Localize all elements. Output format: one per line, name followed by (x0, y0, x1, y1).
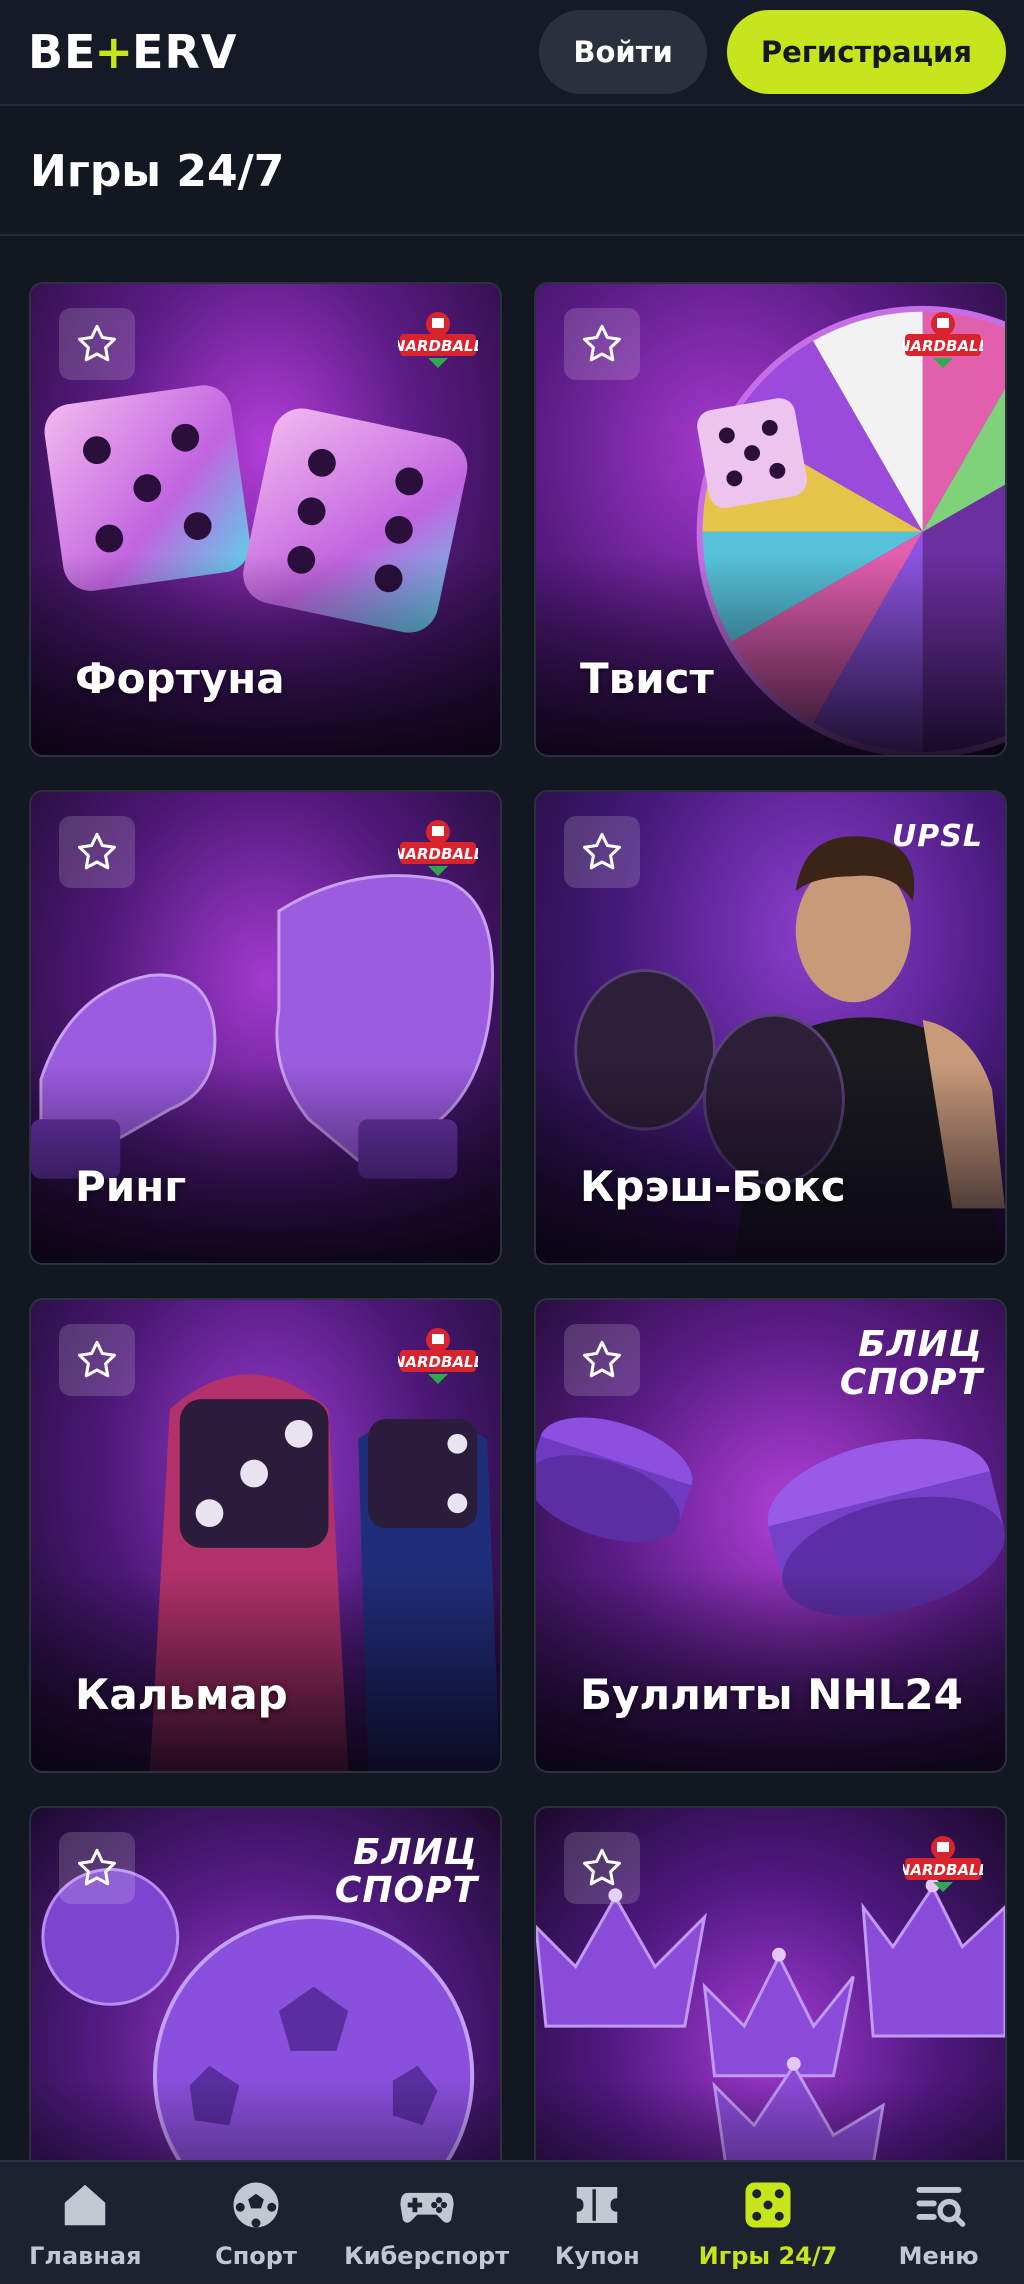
star-icon (583, 832, 621, 870)
home-icon (56, 2176, 114, 2234)
nav-label: Спорт (215, 2242, 297, 2270)
nav-label: Игры 24/7 (698, 2242, 838, 2270)
nardball-logo: NARDBALL (903, 1836, 983, 1892)
game-title: Крэш-Бокс (580, 1162, 846, 1211)
nardball-logo: NARDBALL (398, 820, 478, 876)
header-actions: Войти Регистрация (539, 10, 1006, 94)
svg-text:NARDBALL: NARDBALL (903, 337, 983, 355)
favorite-button[interactable] (59, 816, 135, 888)
soccer-ball-icon (227, 2176, 285, 2234)
favorite-button[interactable] (564, 1324, 640, 1396)
login-button[interactable]: Войти (539, 10, 707, 94)
star-icon (78, 324, 116, 362)
nav-label: Главная (29, 2242, 142, 2270)
logo-plus: + (94, 25, 135, 79)
favorite-button[interactable] (564, 816, 640, 888)
favorite-button[interactable] (59, 1324, 135, 1396)
games-grid: NARDBALL Фортуна (29, 282, 1007, 2281)
game-card[interactable]: NARDBALL Твист (534, 282, 1007, 757)
game-card[interactable]: UPSL Крэш-Бокс (534, 790, 1007, 1265)
game-title: Ринг (75, 1162, 187, 1211)
svg-text:NARDBALL: NARDBALL (903, 1861, 983, 1879)
gamepad-icon (398, 2176, 456, 2234)
blitz-line2: СПОРТ (839, 1362, 983, 1403)
nav-label: Киберспорт (344, 2242, 510, 2270)
favorite-button[interactable] (59, 1832, 135, 1904)
nav-label: Купон (554, 2242, 640, 2270)
game-card[interactable]: NARDBALL Фортуна (29, 282, 502, 757)
blitz-line2: СПОРТ (334, 1870, 478, 1911)
nav-item-esports[interactable]: Киберспорт (342, 2176, 512, 2270)
blitz-sport-logo: БЛИЦ СПОРТ (335, 1834, 478, 1910)
game-title: Фортуна (75, 654, 285, 703)
blitz-sport-logo: БЛИЦ СПОРТ (840, 1326, 983, 1402)
nav-item-menu[interactable]: Меню (854, 2176, 1024, 2270)
page-title: Игры 24/7 (30, 145, 285, 197)
nav-item-games-24-7[interactable]: Игры 24/7 (683, 2176, 853, 2270)
nardball-logo: NARDBALL (398, 1328, 478, 1384)
star-icon (78, 1340, 116, 1378)
menu-search-icon (910, 2176, 968, 2234)
nav-item-home[interactable]: Главная (0, 2176, 170, 2270)
favorite-button[interactable] (564, 1832, 640, 1904)
star-icon (583, 324, 621, 362)
star-icon (583, 1340, 621, 1378)
game-title: Твист (580, 654, 714, 703)
svg-text:NARDBALL: NARDBALL (398, 1353, 478, 1371)
upsl-logo: UPSL (891, 819, 983, 854)
game-title: Кальмар (75, 1670, 288, 1719)
star-icon (583, 1848, 621, 1886)
star-icon (78, 1848, 116, 1886)
game-card[interactable]: NARDBALL Ринг (29, 790, 502, 1265)
top-header: BE + ERV Войти Регистрация (0, 0, 1024, 106)
register-button[interactable]: Регистрация (726, 10, 1006, 94)
nav-item-coupon[interactable]: Купон (512, 2176, 682, 2270)
logo-text-right: ERV (132, 25, 238, 79)
nardball-logo: NARDBALL (398, 312, 478, 368)
nav-label: Меню (898, 2242, 979, 2270)
svg-text:NARDBALL: NARDBALL (398, 337, 478, 355)
blitz-line1: БЛИЦ (858, 1324, 983, 1365)
blitz-line1: БЛИЦ (353, 1832, 478, 1873)
favorite-button[interactable] (564, 308, 640, 380)
favorite-button[interactable] (59, 308, 135, 380)
coupon-icon (568, 2176, 626, 2234)
nav-item-sport[interactable]: Спорт (171, 2176, 341, 2270)
dice-icon (739, 2176, 797, 2234)
bottom-navigation: Главная Спорт Киберспорт Купон Игры 24/7… (0, 2160, 1024, 2284)
star-icon (78, 832, 116, 870)
game-card[interactable]: NARDBALL Кальмар (29, 1298, 502, 1773)
game-title: Буллиты NHL24 (580, 1670, 963, 1719)
nardball-logo: NARDBALL (903, 312, 983, 368)
betterv-logo[interactable]: BE + ERV (28, 25, 237, 79)
svg-text:NARDBALL: NARDBALL (398, 845, 478, 863)
logo-text-left: BE (28, 25, 97, 79)
page-title-bar: Игры 24/7 (0, 108, 1024, 236)
game-card[interactable]: БЛИЦ СПОРТ Буллиты NHL24 (534, 1298, 1007, 1773)
